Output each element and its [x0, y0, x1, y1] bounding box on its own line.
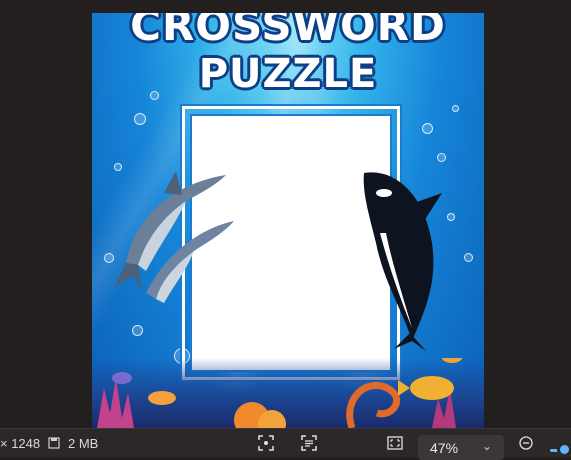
bubble: [464, 253, 473, 262]
zoom-out-icon: [515, 432, 537, 454]
fit-to-window-button[interactable]: [384, 429, 406, 457]
image-viewer-canvas: CROSSWORD PUZZLE: [0, 0, 571, 428]
coral-reef-icon: [97, 358, 462, 428]
file-size: 2 MB: [46, 429, 98, 457]
text-select-icon: [298, 432, 320, 454]
focus-button[interactable]: [255, 429, 277, 457]
zoom-slider-thumb[interactable]: [557, 442, 571, 457]
text-select-button[interactable]: [298, 429, 320, 457]
zoom-level-dropdown[interactable]: 47% ⌄: [418, 435, 504, 460]
chevron-down-icon: ⌄: [481, 439, 492, 453]
save-icon: [46, 432, 62, 454]
bubble: [150, 91, 159, 100]
poster-title-line2: PUZZLE: [198, 51, 378, 97]
dolphin-left-icon: [114, 171, 234, 303]
size-text: 2 MB: [68, 435, 99, 451]
bubble: [132, 325, 143, 336]
dimensions-text: × 1248: [0, 435, 41, 451]
fit-to-window-icon: [384, 432, 406, 454]
zoom-level-text: 47%: [430, 439, 459, 456]
bubble: [452, 105, 459, 112]
orca-icon: [363, 172, 442, 351]
bubble: [422, 123, 433, 134]
bubble: [437, 153, 446, 162]
poster-title-line1: CROSSWORD: [130, 13, 446, 50]
crossword-poster-image: CROSSWORD PUZZLE: [92, 13, 484, 428]
image-dimensions: × 1248: [0, 429, 40, 457]
bubble: [447, 213, 455, 221]
zoom-out-button[interactable]: [515, 429, 537, 457]
bubble: [134, 113, 146, 125]
focus-icon: [255, 432, 277, 454]
